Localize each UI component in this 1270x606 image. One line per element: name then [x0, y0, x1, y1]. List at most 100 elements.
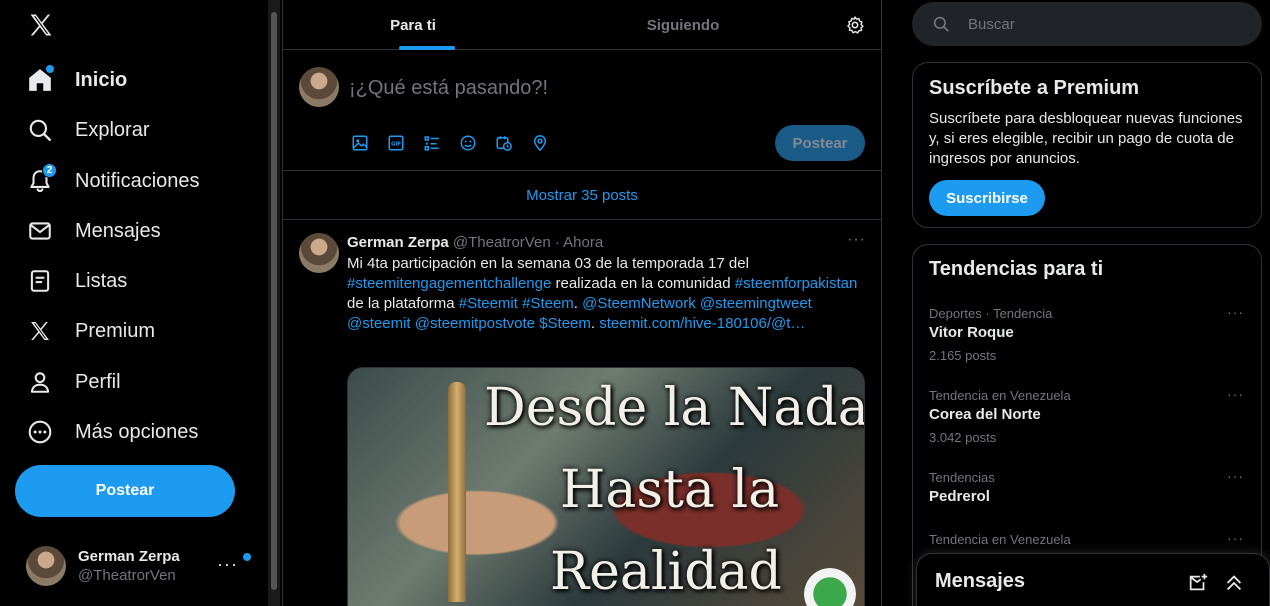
location-icon[interactable] [529, 133, 565, 153]
trend-more-icon[interactable]: ··· [1227, 530, 1244, 546]
nav-item-profile[interactable]: Perfil [16, 359, 131, 405]
account-handle: @TheatrorVen [78, 567, 176, 584]
app-root: Inicio Explorar 2 Notificaciones Mensaje… [0, 0, 1270, 606]
post-text-segment: realizada en la comunidad [551, 275, 735, 292]
trend-more-icon[interactable]: ··· [1227, 468, 1244, 484]
messages-drawer[interactable]: Mensajes [916, 553, 1270, 606]
chevron-up-icon[interactable] [1223, 572, 1245, 594]
nav-item-label: Perfil [75, 370, 121, 393]
search-icon [932, 15, 950, 33]
composer-toolbar: GIF [349, 133, 565, 153]
hashtag-link[interactable]: #Steemit #Steem [459, 295, 574, 312]
new-message-icon[interactable] [1187, 572, 1209, 594]
post-text-segment: . [590, 315, 600, 332]
nav-item-label: Inicio [75, 68, 128, 91]
nav-item-lists[interactable]: Listas [16, 258, 137, 304]
gear-icon[interactable] [843, 13, 867, 37]
image-title-line: Desde la Nada [484, 378, 865, 438]
tab-for-you[interactable]: Para ti [283, 0, 543, 50]
active-tab-indicator [399, 46, 455, 50]
premium-card: Suscríbete a Premium Suscríbete para des… [912, 62, 1262, 228]
post-author-name[interactable]: German Zerpa [347, 234, 449, 251]
trend-count: 3.042 posts [929, 430, 997, 445]
nav-item-label: Premium [75, 319, 156, 342]
account-more-icon[interactable]: ··· [217, 554, 238, 575]
unread-dot [243, 553, 251, 561]
post-button[interactable]: Postear [15, 465, 235, 517]
post-text-segment: . [573, 295, 583, 312]
trend-context: Deportes · Tendencia [929, 306, 1053, 321]
trends-card: Tendencias para ti Deportes · Tendencia … [912, 244, 1262, 606]
trend-more-icon[interactable]: ··· [1227, 386, 1244, 402]
main-timeline: Para ti Siguiendo ¡¿Qué está pasando?! G… [282, 0, 882, 606]
image-tower-graphic [448, 382, 466, 602]
premium-description: Suscríbete para desbloquear nuevas funci… [929, 110, 1243, 167]
more-circle-icon [26, 418, 54, 446]
bell-icon: 2 [26, 163, 57, 195]
avatar [299, 67, 339, 107]
nav-item-notifications[interactable]: 2 Notificaciones [16, 158, 210, 204]
trend-count: 2.165 posts [929, 348, 997, 363]
trend-item[interactable]: Tendencia en Venezuela Corea del Norte 3… [913, 386, 1261, 468]
schedule-icon[interactable] [493, 133, 529, 153]
account-name: German Zerpa [78, 548, 180, 565]
nav-item-more-options[interactable]: Más opciones [16, 409, 208, 455]
home-icon [26, 65, 54, 94]
nav-item-messages[interactable]: Mensajes [16, 208, 171, 254]
trend-name: Vitor Roque [929, 324, 1014, 341]
community-logo [804, 568, 856, 606]
avatar[interactable] [299, 233, 339, 273]
messages-drawer-title: Mensajes [935, 570, 1026, 592]
emoji-icon[interactable] [457, 133, 493, 153]
post-more-icon[interactable]: ··· [847, 231, 866, 249]
post-text-segment: Mi 4ta participación en la semana 03 de … [347, 255, 749, 272]
poll-icon[interactable] [421, 133, 457, 153]
subscribe-button[interactable]: Suscribirse [929, 180, 1045, 216]
hashtag-link[interactable]: #steemforpakistan [735, 275, 858, 292]
trend-name: Corea del Norte [929, 406, 1041, 423]
svg-text:GIF: GIF [391, 142, 401, 148]
nav-item-label: Explorar [75, 118, 150, 141]
url-link[interactable]: steemit.com/hive-180106/@t… [599, 315, 805, 332]
nav-item-label: Más opciones [75, 420, 199, 443]
trend-context: Tendencia en Venezuela [929, 388, 1071, 403]
trend-name: Pedrerol [929, 488, 990, 505]
trend-context: Tendencias [929, 470, 995, 485]
compose-input[interactable]: ¡¿Qué está pasando?! [349, 77, 548, 100]
gif-icon[interactable]: GIF [385, 133, 421, 153]
search-icon [26, 116, 54, 144]
account-names: German Zerpa @TheatrorVen [78, 548, 180, 584]
post-image[interactable]: Desde la Nada Hasta la Realidad [347, 367, 865, 606]
timeline-tabs: Para ti Siguiendo [283, 0, 881, 50]
x-logo-icon [26, 317, 54, 345]
search-input[interactable]: Buscar [968, 16, 1015, 33]
post-text-segment: de la plataforma [347, 295, 459, 312]
image-title-line: Realidad [550, 542, 782, 602]
post-handle-time: @TheatrorVen · Ahora [452, 234, 604, 251]
x-logo-icon[interactable] [24, 8, 58, 42]
trend-item[interactable]: Deportes · Tendencia Vitor Roque 2.165 p… [913, 304, 1261, 386]
post-header: German Zerpa @TheatrorVen · Ahora [347, 234, 603, 251]
search-bar[interactable]: Buscar [912, 2, 1262, 46]
nav-item-premium[interactable]: Premium [16, 308, 165, 354]
envelope-icon [26, 217, 54, 245]
trend-more-icon[interactable]: ··· [1227, 304, 1244, 320]
hashtag-link[interactable]: #steemitengagementchallenge [347, 275, 551, 292]
nav-item-explore[interactable]: Explorar [16, 107, 159, 153]
account-switcher[interactable]: German Zerpa @TheatrorVen ··· [14, 536, 254, 596]
trends-title: Tendencias para ti [929, 258, 1104, 280]
avatar [26, 546, 66, 586]
trend-context: Tendencia en Venezuela [929, 532, 1071, 547]
nav-item-home[interactable]: Inicio [16, 57, 137, 103]
post-composer: ¡¿Qué está pasando?! GIF Postear [283, 51, 881, 171]
timeline-post[interactable]: German Zerpa @TheatrorVen · Ahora ··· Mi… [283, 221, 881, 606]
compose-post-button[interactable]: Postear [775, 125, 865, 161]
image-icon[interactable] [349, 133, 385, 153]
show-new-posts-link[interactable]: Mostrar 35 posts [283, 172, 881, 220]
list-icon [26, 267, 54, 295]
tab-following[interactable]: Siguiendo [543, 0, 823, 50]
nav-item-label: Notificaciones [75, 169, 200, 192]
scrollbar-thumb[interactable] [271, 12, 277, 590]
nav-item-label: Mensajes [75, 219, 161, 242]
premium-title: Suscríbete a Premium [929, 77, 1140, 99]
